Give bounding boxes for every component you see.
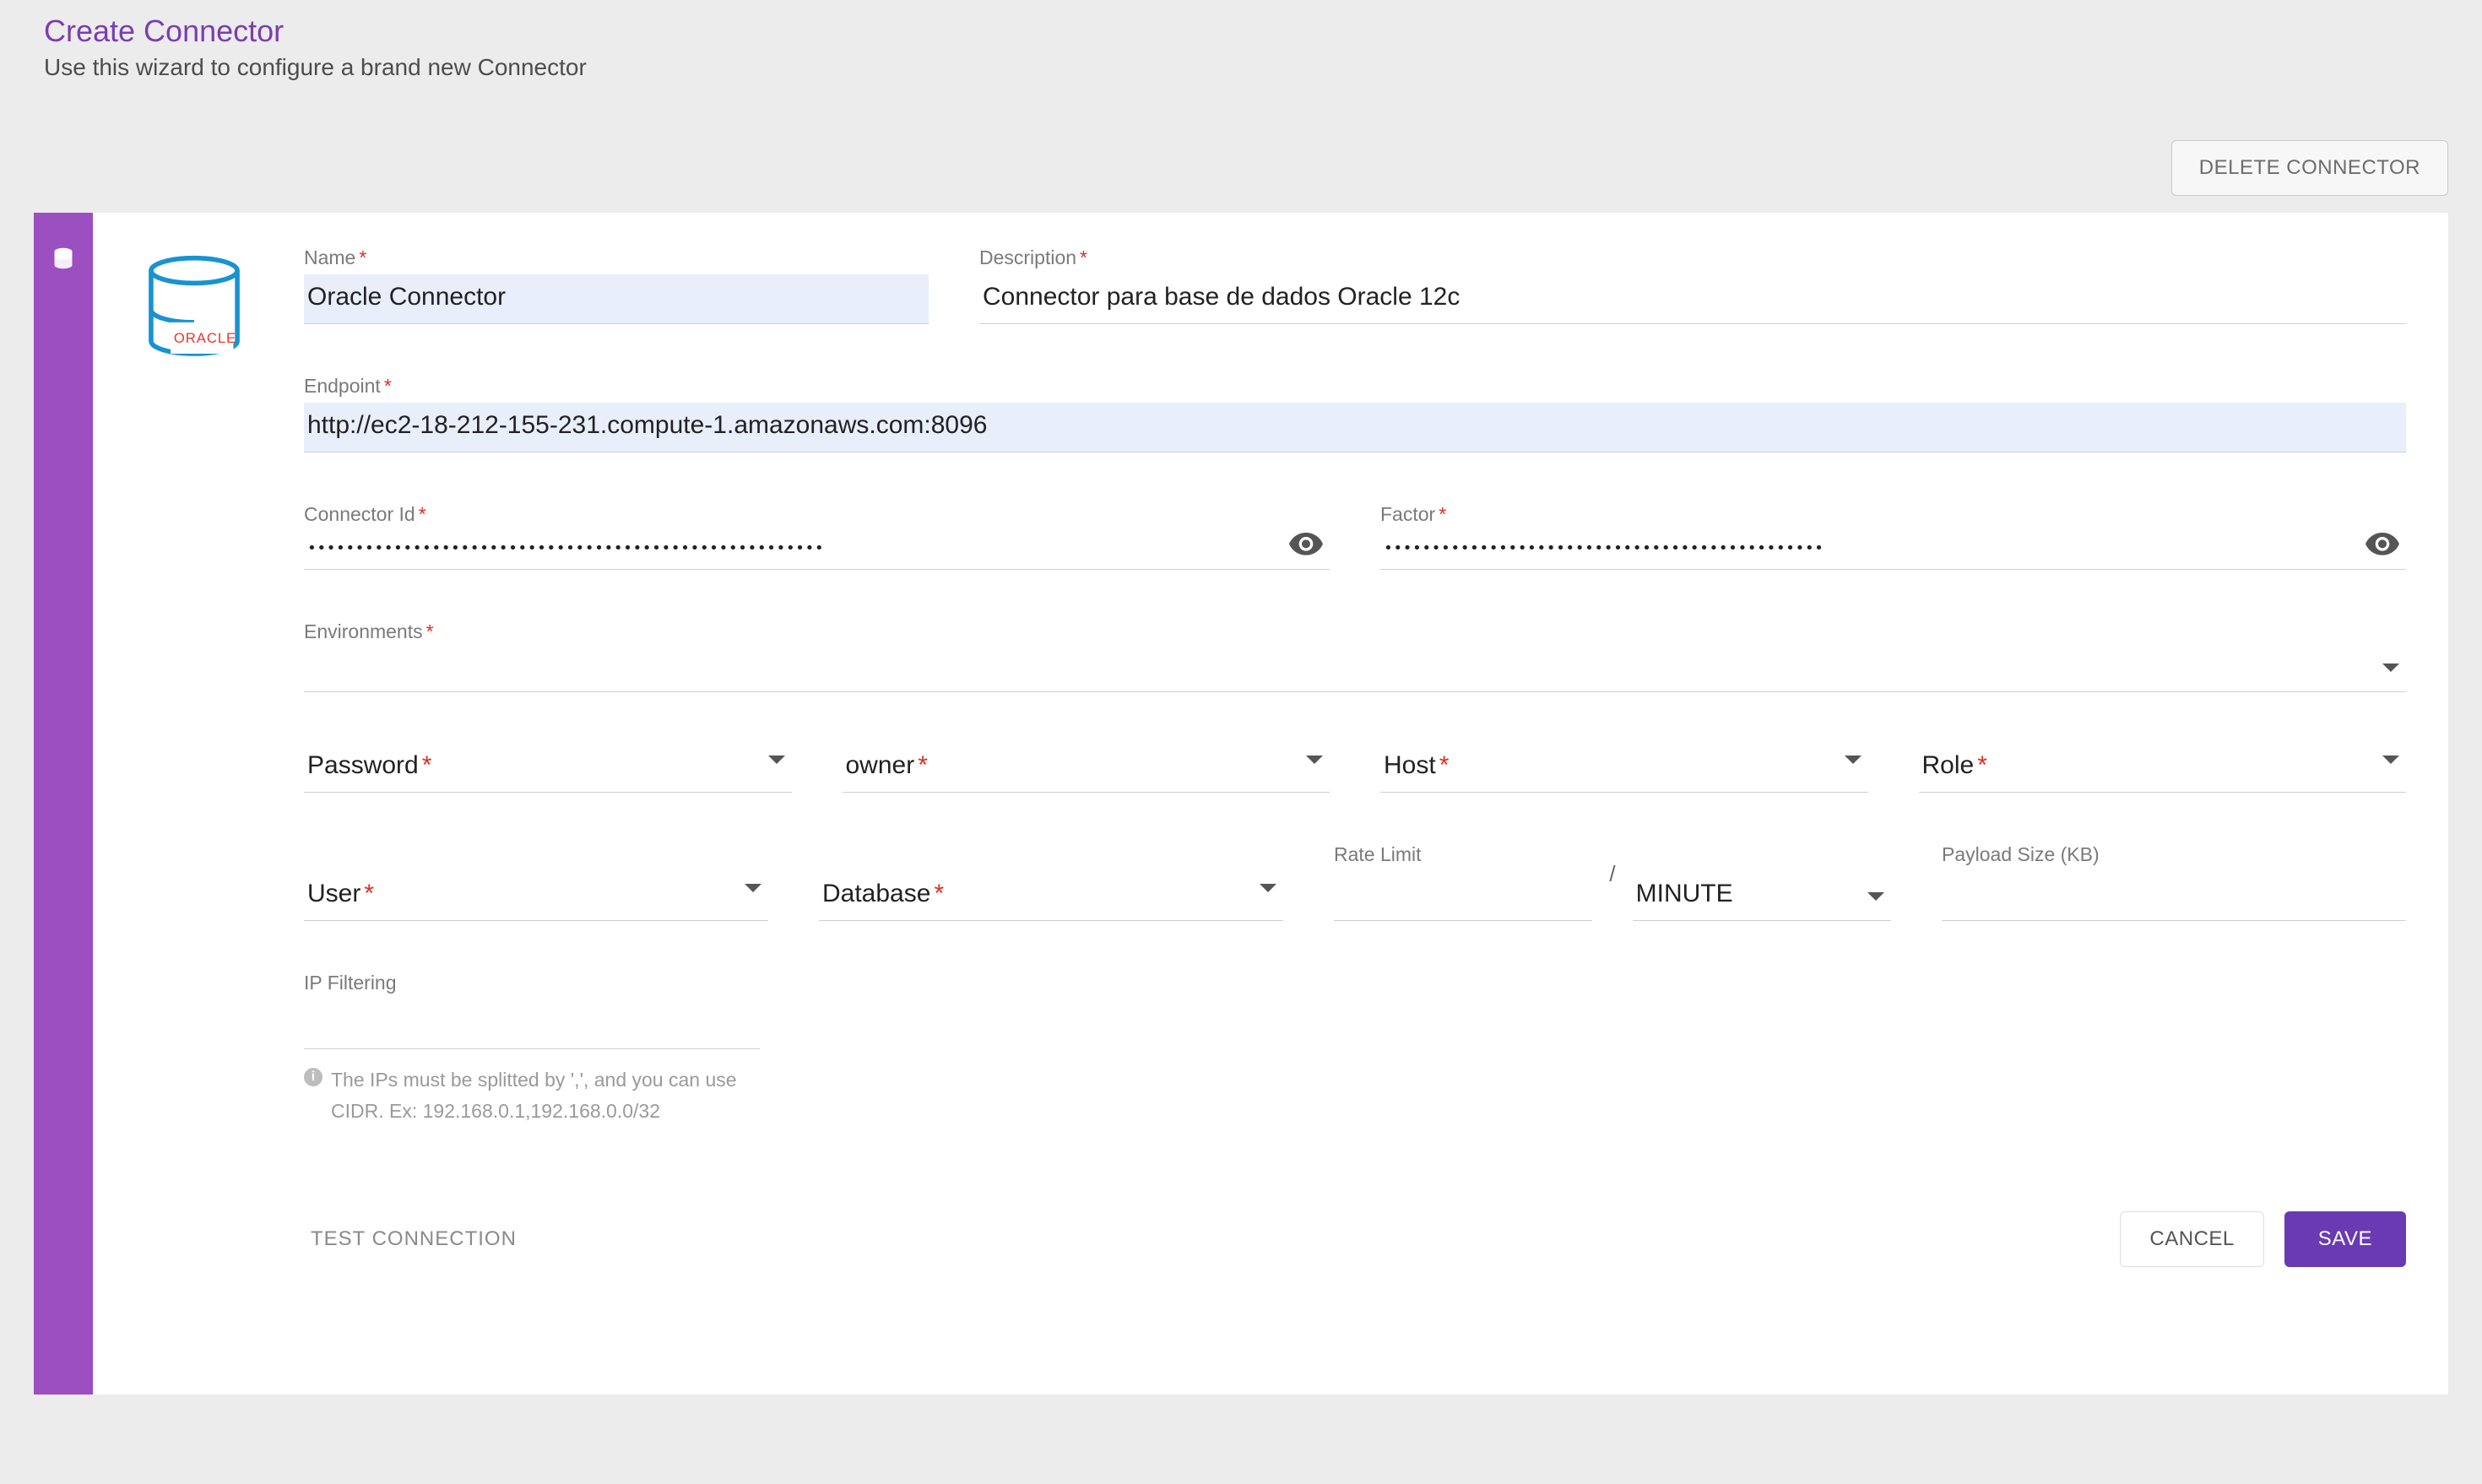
- database-icon: [51, 246, 75, 1395]
- info-icon: i: [304, 1068, 322, 1086]
- ip-filtering-field[interactable]: [304, 999, 760, 1049]
- connector-id-label: Connector Id*: [304, 503, 1330, 526]
- user-select[interactable]: User*: [304, 871, 768, 921]
- database-select[interactable]: Database*: [819, 871, 1283, 921]
- rate-limit-label: Rate Limit: [1334, 843, 1592, 866]
- description-label: Description*: [979, 246, 2406, 269]
- description-field[interactable]: [979, 274, 2406, 324]
- name-field[interactable]: [304, 274, 929, 324]
- connector-logo: ORACLE: [127, 246, 262, 1361]
- ip-filtering-hint: i The IPs must be splitted by ',', and y…: [304, 1064, 760, 1127]
- delete-connector-button[interactable]: DELETE CONNECTOR: [2171, 140, 2448, 196]
- payload-size-label: Payload Size (KB): [1942, 843, 2406, 866]
- rate-unit-select[interactable]: MINUTE: [1633, 871, 1891, 921]
- environments-select[interactable]: [304, 648, 2406, 692]
- connector-id-field[interactable]: [304, 531, 1330, 570]
- payload-size-field[interactable]: [1942, 871, 2406, 921]
- page-subtitle: Use this wizard to configure a brand new…: [34, 54, 2448, 115]
- eye-icon[interactable]: [1289, 533, 1323, 558]
- cancel-button[interactable]: CANCEL: [2120, 1211, 2263, 1267]
- rate-slash: /: [1609, 861, 1615, 921]
- eye-icon[interactable]: [2365, 533, 2399, 558]
- form: Name* Description* Endpoint*: [304, 246, 2406, 1361]
- name-label: Name*: [304, 246, 929, 269]
- owner-select[interactable]: owner*: [843, 743, 1330, 793]
- oracle-logo-text: ORACLE: [174, 330, 236, 346]
- card-body: ORACLE Name* Description*: [93, 213, 2448, 1395]
- password-select[interactable]: Password*: [304, 743, 792, 793]
- host-select[interactable]: Host*: [1380, 743, 1868, 793]
- endpoint-label: Endpoint*: [304, 375, 2406, 398]
- connector-card: ORACLE Name* Description*: [34, 213, 2448, 1395]
- save-button[interactable]: SAVE: [2284, 1211, 2406, 1267]
- environments-label: Environments*: [304, 620, 2406, 643]
- test-connection-button[interactable]: TEST CONNECTION: [304, 1214, 523, 1265]
- rate-limit-field[interactable]: [1334, 871, 1592, 921]
- factor-field[interactable]: [1380, 531, 2406, 570]
- ip-filtering-label: IP Filtering: [304, 972, 760, 994]
- factor-label: Factor*: [1380, 503, 2406, 526]
- card-accent: [34, 213, 93, 1395]
- role-select[interactable]: Role*: [1919, 743, 2407, 793]
- endpoint-field[interactable]: [304, 403, 2406, 452]
- page-title: Create Connector: [34, 0, 2448, 54]
- toolbar: DELETE CONNECTOR: [34, 115, 2448, 213]
